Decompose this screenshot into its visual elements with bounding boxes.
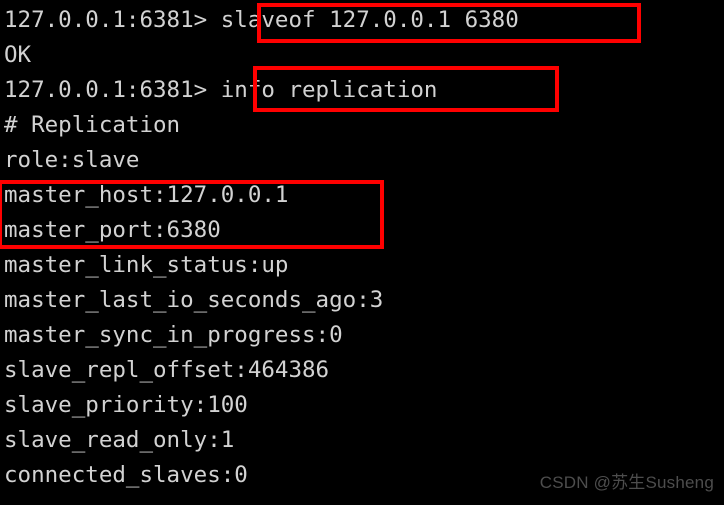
terminal-output: 127.0.0.1:6381> slaveof 127.0.0.1 6380 O… bbox=[4, 3, 720, 493]
terminal-line: slave_priority:100 bbox=[4, 392, 248, 418]
terminal-line: master_link_status:up bbox=[4, 252, 289, 278]
terminal-line: role:slave bbox=[4, 147, 140, 173]
terminal-line: OK bbox=[4, 42, 32, 68]
terminal-line: master_host:127.0.0.1 bbox=[4, 182, 289, 208]
terminal-line: slave_repl_offset:464386 bbox=[4, 357, 330, 383]
terminal-line: master_last_io_seconds_ago:3 bbox=[4, 287, 384, 313]
terminal-line: master_port:6380 bbox=[4, 217, 221, 243]
watermark: CSDN @苏生Susheng bbox=[539, 473, 714, 492]
terminal-screenshot: 127.0.0.1:6381> slaveof 127.0.0.1 6380 O… bbox=[0, 0, 724, 505]
terminal-line: master_sync_in_progress:0 bbox=[4, 322, 343, 348]
terminal-line: # Replication bbox=[4, 112, 181, 138]
terminal-line: 127.0.0.1:6381> info replication bbox=[4, 77, 438, 103]
terminal-line: 127.0.0.1:6381> slaveof 127.0.0.1 6380 bbox=[4, 7, 519, 33]
terminal-line: slave_read_only:1 bbox=[4, 427, 235, 453]
